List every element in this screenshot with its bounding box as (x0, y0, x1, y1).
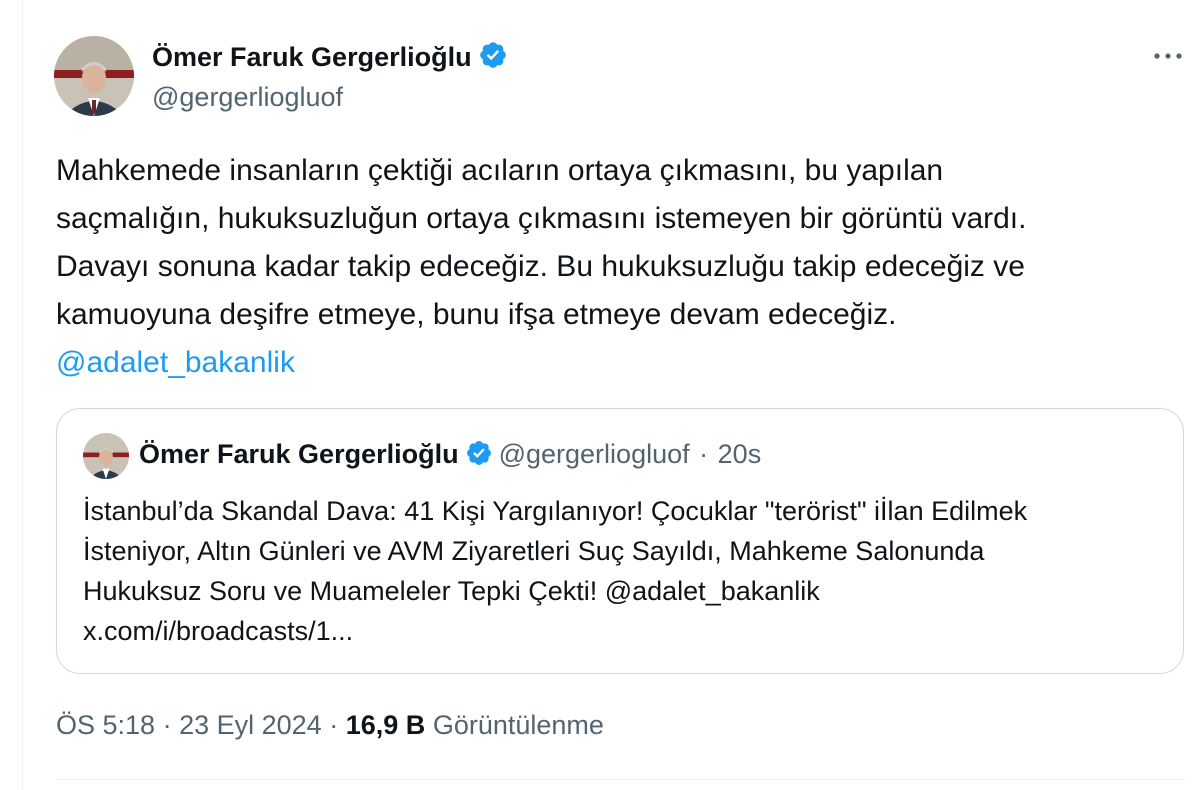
tweet-meta: ÖS 5:18 · 23 Eyl 2024 · 16,9 B Görüntüle… (56, 710, 604, 741)
quoted-tweet-card[interactable]: Ömer Faruk Gergerlioğlu @gergerliogluof ·… (56, 408, 1184, 674)
tweet-time[interactable]: ÖS 5:18 (56, 710, 155, 740)
views-count: 16,9 B (345, 710, 426, 740)
author-avatar[interactable] (54, 36, 134, 116)
quoted-header: Ömer Faruk Gergerlioğlu @gergerliogluof ·… (139, 439, 761, 474)
tweet-text-line: Mahkemede insanların çektiği acıların or… (56, 154, 944, 187)
author-photo (54, 36, 134, 116)
quoted-text: İstanbul’da Skandal Dava: 41 Kişi Yargıl… (83, 491, 1163, 651)
tweet-text: Mahkemede insanların çektiği acıların or… (56, 147, 1186, 387)
quoted-author-photo (83, 433, 129, 479)
tweet-text-line: kamuoyuna deşifre etmeye, bunu ifşa etme… (56, 298, 897, 331)
meta-separator: · (329, 710, 339, 740)
quoted-text-line: İsteniyor, Altın Günleri ve AVM Ziyaretl… (83, 536, 985, 566)
quoted-author-handle[interactable]: @gergerliogluof (499, 439, 690, 469)
author-name[interactable]: Ömer Faruk Gergerlioğlu (152, 40, 508, 77)
author-handle[interactable]: @gergerliogluof (152, 82, 343, 113)
verified-badge-icon[interactable] (478, 40, 508, 77)
quoted-separator: · (699, 439, 709, 469)
tweet-text-line: saçmalığın, hukuksuzluğun ortaya çıkması… (56, 202, 1027, 235)
quoted-text-line: Hukuksuz Soru ve Muameleler Tepki Çekti!… (83, 576, 820, 606)
verified-badge-icon (465, 439, 493, 474)
more-options-icon (1154, 53, 1182, 59)
timeline-divider (22, 0, 23, 790)
quoted-author-avatar[interactable] (83, 433, 129, 479)
quoted-author-name[interactable]: Ömer Faruk Gergerlioğlu (139, 439, 459, 469)
divider (56, 779, 1186, 780)
quoted-timestamp[interactable]: 20s (718, 439, 762, 469)
quoted-text-line: İstanbul’da Skandal Dava: 41 Kişi Yargıl… (83, 496, 1028, 526)
views-label: Görüntülenme (432, 710, 604, 740)
more-options-button[interactable] (1148, 40, 1188, 72)
tweet-date[interactable]: 23 Eyl 2024 (179, 710, 322, 740)
quoted-link[interactable]: x.com/i/broadcasts/1... (83, 611, 1163, 651)
meta-separator: · (162, 710, 172, 740)
author-name-text: Ömer Faruk Gergerlioğlu (152, 42, 472, 72)
mention-link[interactable]: @adalet_bakanlik (56, 346, 295, 379)
tweet-text-line: Davayı sonuna kadar takip edeceğiz. Bu h… (56, 250, 1025, 283)
